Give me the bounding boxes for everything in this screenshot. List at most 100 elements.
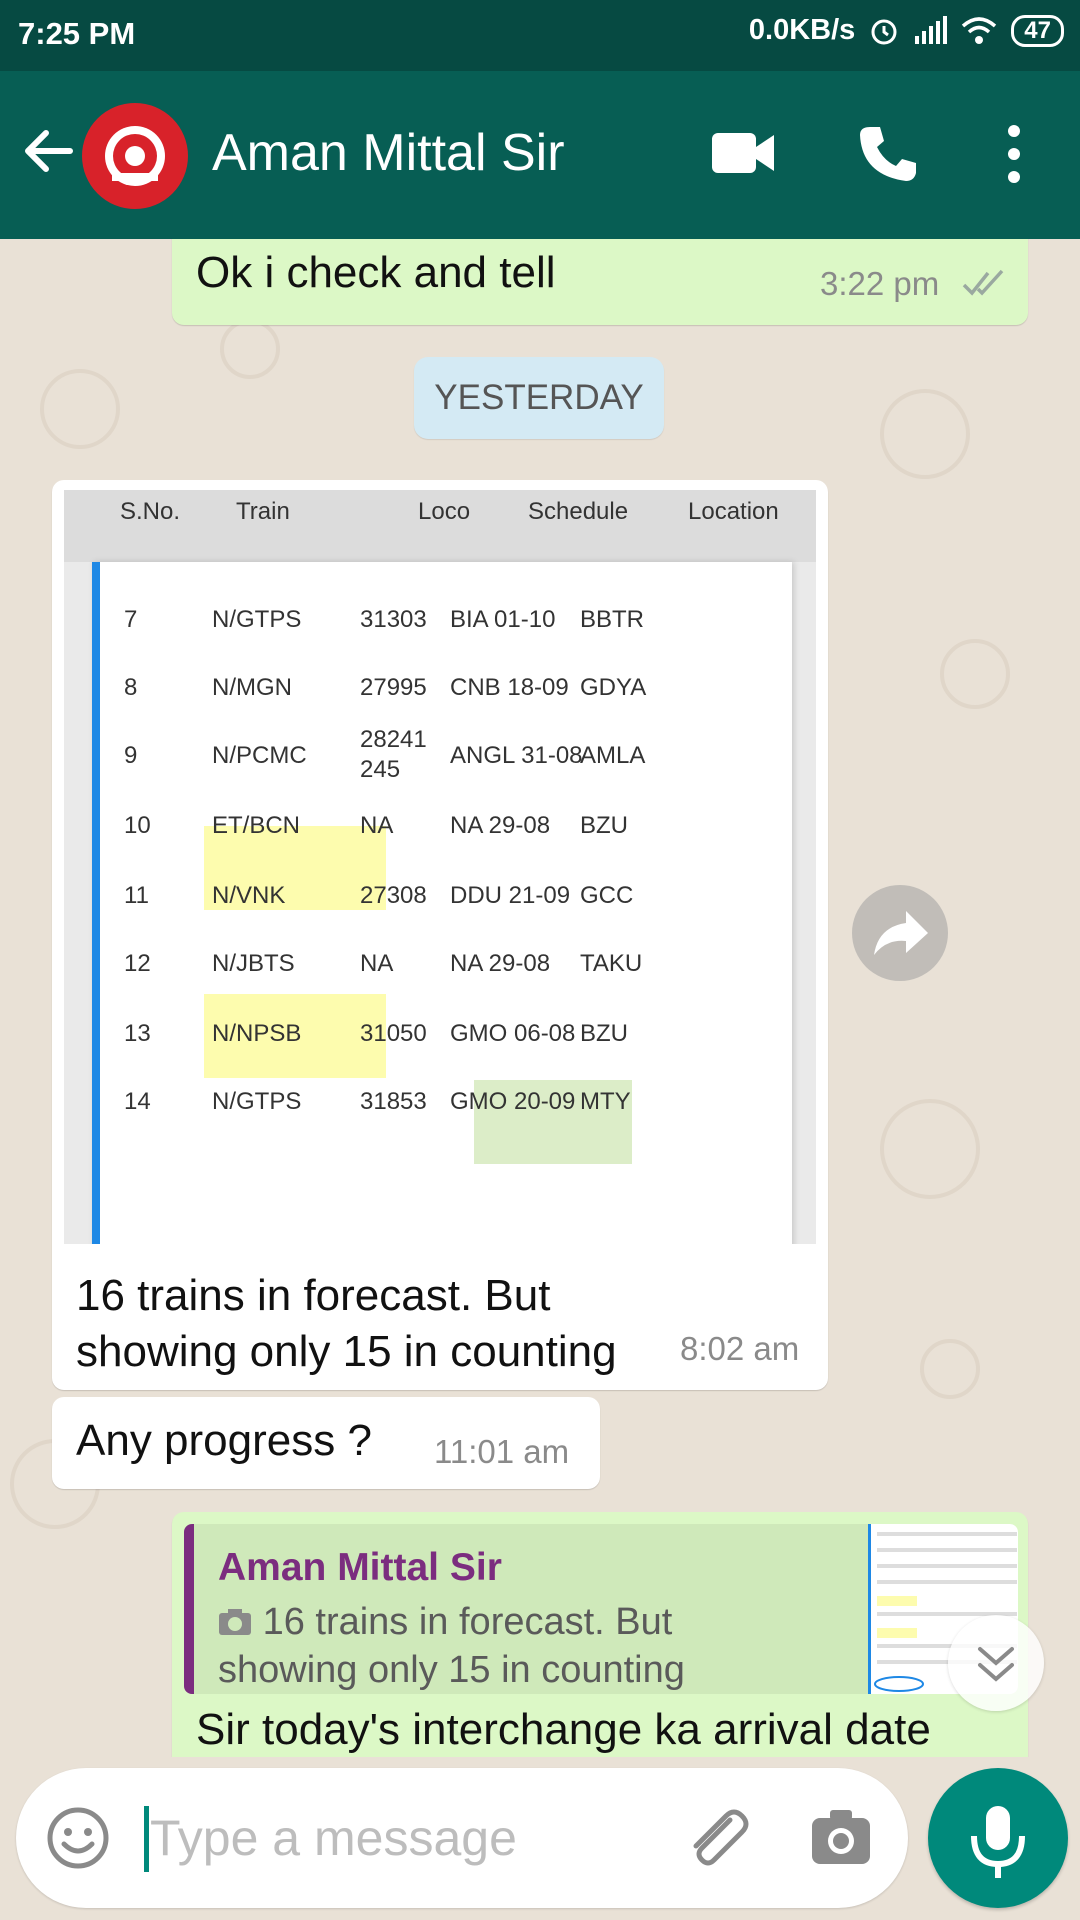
quoted-text: 16 trains in forecast. But showing only … [218,1598,738,1694]
message-text: Any progress ? [76,1416,372,1465]
signal-icon [915,15,948,44]
camera-icon[interactable] [810,1808,872,1868]
quote-accent-bar [184,1524,194,1694]
table-cell: ET/BCN [212,812,301,839]
wallpaper-doodle [920,1339,980,1399]
table-cell: 14 [124,1088,151,1115]
status-bar: 7:25 PM 0.0KB/s 47 [0,0,1080,71]
quoted-author: Aman Mittal Sir [218,1546,502,1589]
table-cell: 10 [124,812,151,839]
contact-name[interactable]: Aman Mittal Sir [212,123,565,183]
scroll-to-bottom-button[interactable] [948,1615,1044,1711]
table-accent-bar [92,562,100,1244]
table-cell: NA [360,812,394,839]
table-cell: NA 29-08 [450,950,551,977]
table-header-cell: Location [688,498,779,525]
table-cell: NA [360,950,394,977]
message-input[interactable] [150,1796,570,1880]
message-outgoing[interactable]: Ok i check and tell 3:22 pm [172,239,1028,325]
table-cell: 245 [360,756,401,783]
message-image[interactable]: S.No. Train Loco Schedule Location 7 N/GT… [64,490,816,1244]
table-cell: GMO 06-08 [450,1020,576,1047]
alarm-icon [871,19,897,44]
table-cell: TAKU [580,950,643,977]
table-cell: 31303 [360,606,427,633]
emoji-icon[interactable] [46,1806,110,1870]
table-cell: N/PCMC [212,742,307,769]
wallpaper-doodle [940,639,1010,709]
table-cell: 9 [124,742,138,769]
message-text: Sir today's interchange ka arrival date [196,1705,931,1754]
table-header: S.No. Train Loco Schedule Location [64,490,816,562]
table-cell: 7 [124,606,138,633]
table-cell: 12 [124,950,151,977]
table-cell: BZU [580,812,628,839]
table-header-cell: Schedule [528,498,629,525]
table-cell: GDYA [580,674,647,701]
chat-area[interactable]: Ok i check and tell 3:22 pm YESTERDAY 16… [0,239,1080,1757]
message-incoming[interactable]: Any progress ? 11:01 am [52,1397,600,1489]
wallpaper-doodle [880,1099,980,1199]
microphone-icon [971,1806,1025,1878]
video-call-icon[interactable] [710,127,776,179]
table-cell: BZU [580,1020,628,1047]
text-cursor [144,1806,149,1872]
quoted-message[interactable]: Aman Mittal Sir 16 trains in forecast. B… [184,1524,1018,1694]
message-time: 11:01 am [434,1433,570,1470]
phone-call-icon[interactable] [858,123,918,183]
table-cell: 28241 [360,726,427,753]
table-cell: 11 [124,882,149,909]
table-body: 7 N/GTPS 31303 BIA 01-10 BBTR 8 N/MGN 27995 CNB … [92,562,792,1244]
image-caption: 16 trains in forecast. But showing only … [76,1271,617,1376]
wifi-icon [962,16,997,44]
table-cell: DDU 21-09 [450,882,571,909]
table-cell: BBTR [580,606,645,633]
date-divider: YESTERDAY [414,357,664,439]
double-chevron-down-icon [978,1647,1014,1682]
table-cell: BIA 01-10 [450,606,556,633]
quoted-text-content: 16 trains in forecast. But showing only … [218,1601,685,1691]
battery-icon: 47 [1011,14,1064,47]
avatar[interactable] [82,103,188,209]
table-cell: N/VNK [212,882,286,909]
table-cell: MTY [580,1088,631,1115]
status-time: 7:25 PM [18,16,136,51]
back-arrow-icon[interactable] [20,123,76,179]
railway-logo-icon [85,106,185,206]
table-cell: AMLA [580,742,646,769]
table-cell: 31853 [360,1088,427,1115]
table-cell: 27308 [360,882,427,909]
table-cell: 31050 [360,1020,427,1047]
table-cell: N/GTPS [212,606,302,633]
table-cell: N/MGN [212,674,292,701]
wallpaper-doodle [880,389,970,479]
table-cell: 8 [124,674,138,701]
table-cell: N/NPSB [212,1020,302,1047]
message-text: Ok i check and tell [196,248,556,297]
message-time: 3:22 pm [820,265,940,302]
table-cell: 27995 [360,674,427,701]
wallpaper-doodle [220,319,280,379]
table-header-cell: Loco [418,498,471,525]
forward-icon [874,911,928,955]
voice-message-button[interactable] [928,1768,1068,1908]
attachment-icon[interactable] [680,1802,752,1874]
wallpaper-doodle [40,369,120,449]
network-speed: 0.0KB/s [748,14,856,46]
message-time: 8:02 am [680,1330,800,1367]
status-icons: 0.0KB/s 47 [749,14,1064,47]
read-receipt-icon [962,269,1004,296]
table-header-cell: S.No. [120,498,181,525]
table-cell: N/JBTS [212,950,295,977]
camera-small-icon [219,1609,251,1635]
table-cell: CNB 18-09 [450,674,569,701]
more-options-icon[interactable] [1000,123,1028,185]
table-header-cell: Train [236,498,290,525]
table-cell: 13 [124,1020,151,1047]
table-cell: ANGL 31-08 [450,742,583,769]
table-cell: N/GTPS [212,1088,302,1115]
table-cell: GCC [580,882,634,909]
forward-button[interactable] [852,885,948,981]
chat-header: Aman Mittal Sir [0,71,1080,239]
table-cell: NA 29-08 [450,812,551,839]
